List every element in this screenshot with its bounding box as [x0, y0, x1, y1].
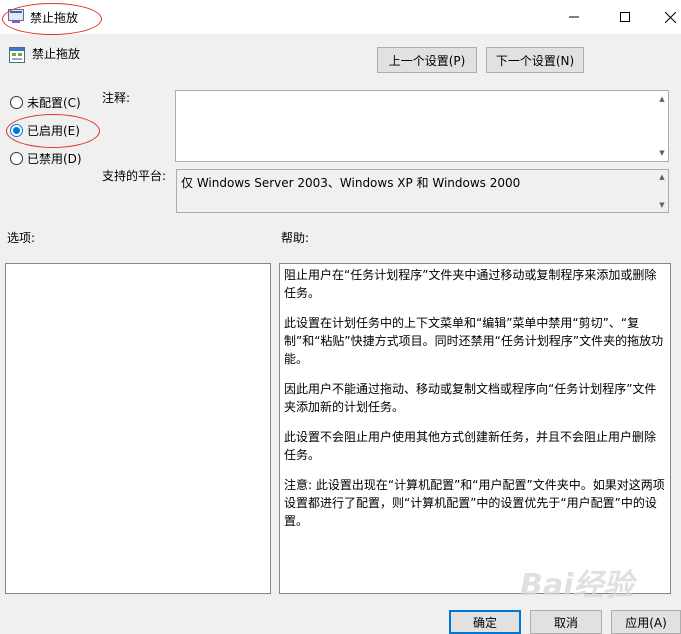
comment-textarea[interactable]: ▲ ▼ — [175, 90, 669, 162]
help-paragraph: 此设置在计划任务中的上下文菜单和“编辑”菜单中禁用“剪切”、“复制”和“粘贴”快… — [284, 316, 664, 366]
comment-scrollbar[interactable]: ▲ ▼ — [656, 91, 668, 161]
close-icon — [664, 11, 676, 23]
help-panel[interactable]: 阻止用户在“任务计划程序”文件夹中通过移动或复制程序来添加或删除任务。 此设置在… — [279, 263, 671, 594]
options-label: 选项: — [7, 231, 36, 245]
radio-disabled[interactable]: 已禁用(D) — [10, 150, 82, 167]
minimize-button[interactable] — [552, 0, 596, 34]
prev-setting-button[interactable]: 上一个设置(P) — [377, 47, 477, 73]
platform-scrollbar[interactable]: ▲ ▼ — [656, 170, 668, 212]
radio-label: 未配置(C) — [27, 96, 81, 110]
enabled-annotation-circle — [6, 114, 100, 148]
policy-name: 禁止拖放 — [32, 47, 81, 61]
scroll-down-icon[interactable]: ▼ — [658, 149, 666, 157]
options-panel[interactable] — [5, 263, 271, 594]
close-button[interactable] — [648, 0, 681, 34]
radio-not-configured[interactable]: 未配置(C) — [10, 94, 81, 111]
platform-value: 仅 Windows Server 2003、Windows XP 和 Windo… — [181, 176, 521, 190]
help-paragraph: 阻止用户在“任务计划程序”文件夹中通过移动或复制程序来添加或删除任务。 — [284, 268, 657, 300]
ok-button[interactable]: 确定 — [449, 610, 521, 634]
platform-box: 仅 Windows Server 2003、Windows XP 和 Windo… — [176, 169, 669, 213]
maximize-button[interactable] — [603, 0, 647, 34]
help-paragraph: 注意: 此设置出现在“计算机配置”和“用户配置”文件夹中。如果对这两项设置都进行… — [284, 478, 665, 528]
scroll-up-icon[interactable]: ▲ — [658, 95, 666, 103]
help-paragraph: 因此用户不能通过拖动、移动或复制文档或程序向“任务计划程序”文件夹添加新的计划任… — [284, 382, 657, 414]
title-annotation-circle — [2, 3, 102, 35]
radio-label: 已禁用(D) — [27, 152, 82, 166]
scroll-up-icon[interactable]: ▲ — [658, 173, 666, 181]
help-text: 阻止用户在“任务计划程序”文件夹中通过移动或复制程序来添加或删除任务。 此设置在… — [284, 266, 666, 542]
help-paragraph: 此设置不会阻止用户使用其他方式创建新任务，并且不会阻止用户删除任务。 — [284, 430, 657, 462]
apply-button[interactable]: 应用(A) — [611, 610, 681, 634]
policy-setting-icon — [9, 47, 25, 63]
minimize-icon — [569, 16, 579, 18]
comment-label: 注释: — [102, 91, 131, 105]
cancel-button[interactable]: 取消 — [530, 610, 602, 634]
next-setting-button[interactable]: 下一个设置(N) — [486, 47, 584, 73]
maximize-icon — [620, 12, 630, 22]
help-label: 帮助: — [281, 231, 310, 245]
platform-label: 支持的平台: — [102, 169, 167, 183]
title-bar: 禁止拖放 — [0, 0, 681, 35]
scroll-down-icon[interactable]: ▼ — [658, 201, 666, 209]
radio-circle[interactable] — [10, 152, 23, 165]
radio-circle[interactable] — [10, 96, 23, 109]
baidu-watermark: Bai经验 — [520, 568, 634, 603]
